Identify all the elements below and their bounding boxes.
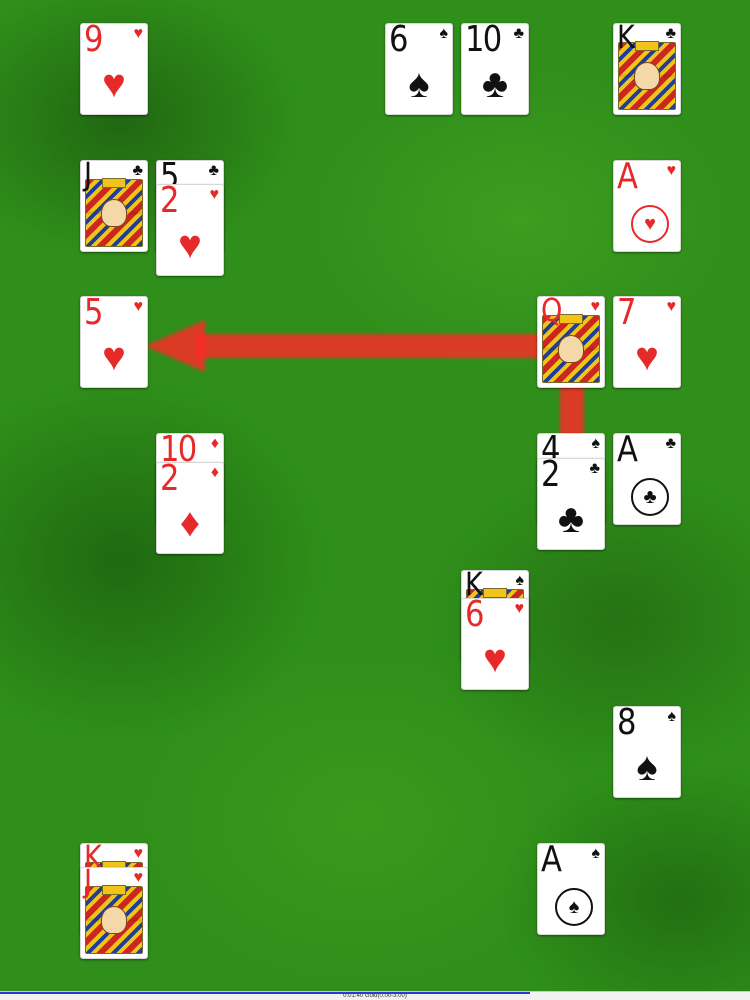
card-jh[interactable]: J ♥: [80, 867, 148, 959]
crown-icon: [483, 588, 507, 598]
card-rank: 2: [160, 462, 179, 499]
hint-arrow-head-icon: [145, 320, 205, 372]
card-6s[interactable]: 6 ♠ ♠: [385, 23, 453, 115]
card-suit-icon: ♣: [513, 25, 525, 42]
card-suit-icon: ♥: [590, 298, 601, 315]
card-rank: 7: [617, 296, 636, 333]
card-2h[interactable]: 2 ♥ ♥: [156, 184, 224, 276]
face-icon: [101, 906, 127, 934]
face-icon: [634, 62, 660, 90]
crown-icon: [559, 314, 583, 324]
card-2d[interactable]: 2 ♦ ♦: [156, 462, 224, 554]
card-pip-icon: ♣: [481, 62, 509, 106]
card-rank: K: [465, 570, 483, 603]
crown-icon: [102, 885, 126, 895]
card-suit-icon: ♠: [515, 572, 525, 589]
card-suit-icon: ♥: [133, 25, 144, 42]
card-rank: J: [84, 160, 93, 193]
card-8s[interactable]: 8 ♠ ♠: [613, 706, 681, 798]
card-suit-icon: ♥: [666, 298, 677, 315]
card-suit-icon: ♥: [514, 600, 525, 617]
face-icon: [101, 199, 127, 227]
card-suit-icon: ♠: [439, 25, 449, 42]
card-pip-icon: ♥: [483, 637, 507, 681]
ace-emblem-icon: ♣: [631, 478, 669, 516]
card-rank: 6: [465, 598, 484, 635]
card-6h[interactable]: 6 ♥ ♥: [461, 598, 529, 690]
card-pip-icon: ♥: [102, 62, 126, 106]
card-suit-icon: ♥: [133, 845, 144, 862]
card-suit-icon: ♣: [208, 162, 220, 179]
card-rank: 8: [617, 706, 636, 743]
game-board: 9♥♥6♠♠10♣♣K♣J♣5♣♣2♥♥A♥♥5♥♥Q♥7♥♥10♦♦2♦♦4♠…: [0, 0, 750, 992]
card-kc[interactable]: K ♣: [613, 23, 681, 115]
card-pip-icon: ♥: [635, 335, 659, 379]
ace-emblem-icon: ♥: [631, 205, 669, 243]
card-rank: K: [617, 23, 635, 56]
card-rank: A: [617, 433, 638, 470]
card-suit-icon: ♦: [210, 435, 219, 452]
card-pip-icon: ♠: [408, 62, 430, 106]
court-figure-icon: [85, 885, 143, 954]
card-ah[interactable]: A ♥ ♥: [613, 160, 681, 252]
card-pip-icon: ♣: [557, 497, 585, 541]
card-pip-icon: ♥: [178, 223, 202, 267]
card-rank: Q: [541, 296, 563, 329]
card-jc[interactable]: J ♣: [80, 160, 148, 252]
card-10c[interactable]: 10 ♣ ♣: [461, 23, 529, 115]
card-suit-icon: ♥: [666, 162, 677, 179]
card-rank: A: [541, 843, 562, 880]
card-suit-icon: ♥: [133, 869, 144, 886]
card-rank: 6: [389, 23, 408, 60]
card-rank: A: [617, 160, 638, 197]
card-rank: 10: [465, 23, 502, 60]
card-suit-icon: ♣: [665, 435, 677, 452]
timer-progress-bar: [0, 992, 530, 994]
card-5h[interactable]: 5 ♥ ♥: [80, 296, 148, 388]
card-suit-icon: ♠: [591, 845, 601, 862]
hint-arrow-shaft: [196, 334, 580, 358]
card-qh[interactable]: Q ♥: [537, 296, 605, 388]
card-suit-icon: ♠: [591, 435, 601, 452]
card-rank: J: [84, 867, 93, 900]
crown-icon: [102, 178, 126, 188]
ace-emblem-icon: ♠: [555, 888, 593, 926]
card-suit-icon: ♥: [209, 186, 220, 203]
card-suit-icon: ♦: [210, 464, 219, 481]
card-2c[interactable]: 2 ♣ ♣: [537, 458, 605, 550]
card-suit-icon: ♠: [667, 708, 677, 725]
card-rank: 2: [160, 184, 179, 221]
card-suit-icon: ♣: [665, 25, 677, 42]
card-suit-icon: ♣: [589, 460, 601, 477]
status-bar: 0:01:40 Gold(0:00-3:00): [0, 991, 750, 1000]
card-7h[interactable]: 7 ♥ ♥: [613, 296, 681, 388]
card-pip-icon: ♦: [179, 501, 201, 545]
card-suit-icon: ♣: [132, 162, 144, 179]
card-rank: 5: [84, 296, 103, 333]
card-pip-icon: ♥: [102, 335, 126, 379]
crown-icon: [635, 41, 659, 51]
card-rank: 9: [84, 23, 103, 60]
card-ac[interactable]: A ♣ ♣: [613, 433, 681, 525]
court-figure-icon: [85, 178, 143, 247]
card-rank: 2: [541, 458, 560, 495]
card-9h[interactable]: 9 ♥ ♥: [80, 23, 148, 115]
face-icon: [558, 335, 584, 363]
card-pip-icon: ♠: [636, 745, 658, 789]
card-as[interactable]: A ♠ ♠: [537, 843, 605, 935]
card-suit-icon: ♥: [133, 298, 144, 315]
